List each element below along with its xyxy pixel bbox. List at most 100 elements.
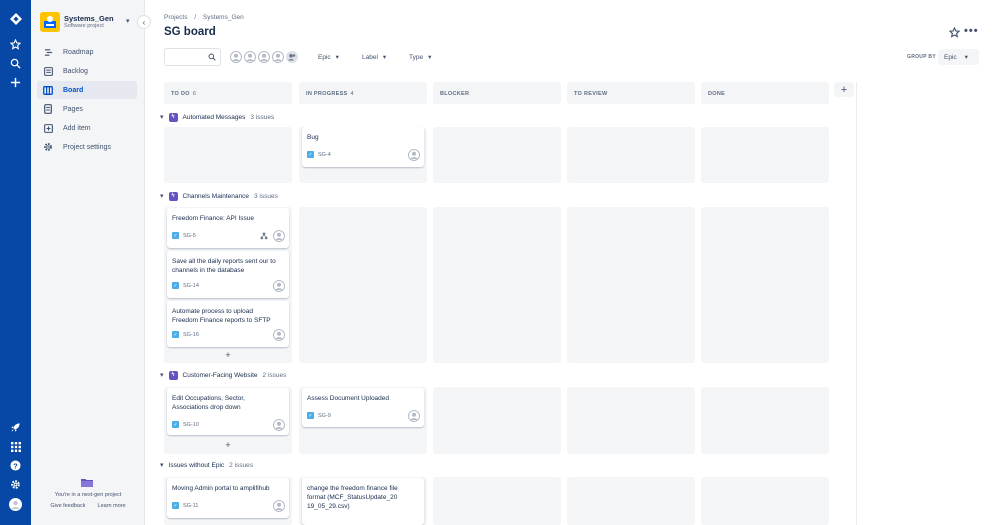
group-by-label: GROUP BY <box>907 54 936 60</box>
sidebar-item-board[interactable]: Board <box>37 81 137 99</box>
assignee-avatar[interactable] <box>273 419 285 431</box>
learn-more-link[interactable]: Learn more <box>98 503 126 509</box>
settings-icon[interactable] <box>8 477 23 492</box>
card-key: ✓ SG-10 <box>172 421 199 428</box>
column-name: TO DO <box>171 91 190 97</box>
assignee-avatar[interactable] <box>273 500 285 512</box>
assignee-avatar[interactable] <box>273 280 285 292</box>
card-title: Edit Occupations, Sector, Associations d… <box>172 395 245 411</box>
help-icon[interactable]: ? <box>8 458 23 473</box>
issue-card[interactable]: Automate process to upload Freedom Finan… <box>167 301 289 347</box>
story-checkbox-icon: ✓ <box>172 502 179 509</box>
star-board-icon[interactable] <box>948 26 961 41</box>
swimlane-count: 2 issues <box>262 371 287 379</box>
sidebar-item-add-item[interactable]: Add item <box>37 119 137 137</box>
label-filter-label: Label <box>362 53 378 61</box>
project-type: Software project <box>64 23 104 29</box>
create-issue-button[interactable]: + <box>167 439 289 450</box>
chevron-down-icon: ▾ <box>160 193 164 200</box>
column-name: TO REVIEW <box>574 91 608 97</box>
swimlane-header[interactable]: ▾ ϟ Automated Messages 3 issues <box>160 111 274 123</box>
epic-icon: ϟ <box>168 112 178 122</box>
collapse-sidebar-button[interactable]: ‹ <box>137 15 151 29</box>
swimlane-header[interactable]: ▾ Issues without Epic 2 issues <box>160 459 253 471</box>
avatar[interactable] <box>229 50 244 65</box>
epic-filter[interactable]: Epic ▾ <box>318 53 339 62</box>
swimlane-name: Channels Maintenance <box>182 192 250 200</box>
chevron-down-icon[interactable]: ▾ <box>126 17 130 25</box>
assignee-avatar[interactable] <box>273 230 285 242</box>
plus-icon[interactable] <box>8 75 23 90</box>
swimlane-count: 3 issues <box>250 113 275 121</box>
avatar[interactable] <box>271 50 286 65</box>
create-issue-button[interactable]: + <box>167 349 289 360</box>
sidebar-item-label: Backlog <box>63 67 88 75</box>
swimlane-header[interactable]: ▾ ϟ Channels Maintenance 3 issues <box>160 190 278 202</box>
board-cell <box>701 207 829 363</box>
jira-logo-icon[interactable] <box>8 11 23 26</box>
board-cell: Edit Occupations, Sector, Associations d… <box>164 387 292 454</box>
next-gen-text: You're in a next-gen project <box>54 492 122 498</box>
assignee-avatar[interactable] <box>408 149 420 161</box>
type-filter[interactable]: Type ▾ <box>409 53 432 62</box>
star-icon[interactable] <box>8 37 23 52</box>
avatar[interactable] <box>257 50 272 65</box>
sidebar-item-roadmap[interactable]: Roadmap <box>37 43 137 61</box>
sidebar-item-label: Add item <box>63 124 91 132</box>
search-icon[interactable] <box>8 56 23 71</box>
give-feedback-link[interactable]: Give feedback <box>50 503 85 509</box>
issue-card[interactable]: Bug ✓ SG-4 <box>302 127 424 167</box>
assignee-avatar[interactable] <box>273 329 285 341</box>
sidebar-item-label: Pages <box>63 105 83 113</box>
global-nav: ? <box>0 0 31 525</box>
app-switcher-icon[interactable] <box>8 439 23 454</box>
chevron-down-icon: ▾ <box>335 54 339 61</box>
user-avatar-icon[interactable] <box>8 497 23 512</box>
story-checkbox-icon: ✓ <box>307 412 314 419</box>
chevron-down-icon: ▾ <box>428 54 432 61</box>
more-actions-icon[interactable]: ••• <box>964 25 979 37</box>
add-column-button[interactable]: + <box>834 82 854 97</box>
project-name[interactable]: Systems_Gen <box>64 14 114 23</box>
sidebar-item-backlog[interactable]: Backlog <box>37 62 137 80</box>
issue-card[interactable]: Freedom Finance: API Issue ✓ SG-5 <box>167 208 289 248</box>
card-title: Moving Admin portal to amplifihub <box>172 485 270 492</box>
issue-card[interactable]: Moving Admin portal to amplifihub ✓ SG-11 <box>167 478 289 518</box>
sidebar-item-project-settings[interactable]: Project settings <box>37 138 137 156</box>
board-cell <box>164 127 292 183</box>
column-name: BLOCKER <box>440 91 470 97</box>
breadcrumb-project[interactable]: Systems_Gen <box>203 14 244 21</box>
chevron-down-icon: ▾ <box>160 114 164 121</box>
add-item-icon <box>43 123 53 133</box>
swimlane-name: Customer-Facing Website <box>182 371 258 379</box>
board-cell <box>567 127 695 183</box>
swimlane-name: Automated Messages <box>182 113 246 121</box>
next-gen-folder-icon <box>81 477 93 487</box>
avatar[interactable] <box>243 50 258 65</box>
next-gen-links: Give feedback Learn more <box>31 503 145 509</box>
board-cell: change the freedom finance file format (… <box>299 477 427 525</box>
rocket-icon[interactable] <box>8 420 23 435</box>
board-cell <box>433 127 561 183</box>
board-cell <box>567 477 695 525</box>
issue-card[interactable]: change the freedom finance file format (… <box>302 478 424 525</box>
board-cell <box>433 387 561 454</box>
card-title: Freedom Finance: API Issue <box>172 215 255 222</box>
swimlane-header[interactable]: ▾ ϟ Customer-Facing Website 2 issues <box>160 369 286 381</box>
group-by-select[interactable]: Epic ▾ <box>938 49 979 65</box>
label-filter[interactable]: Label ▾ <box>362 53 386 62</box>
sidebar-item-pages[interactable]: Pages <box>37 100 137 118</box>
board-cell: Freedom Finance: API Issue ✓ SG-5 Save al… <box>164 207 292 363</box>
column-header-todo: TO DO 6 <box>164 82 292 104</box>
search-input[interactable] <box>164 48 221 66</box>
story-checkbox-icon: ✓ <box>172 421 179 428</box>
issue-card[interactable]: Save all the daily reports sent our to c… <box>167 251 289 298</box>
breadcrumb-projects[interactable]: Projects <box>164 14 187 21</box>
column-count: 6 <box>192 91 197 97</box>
chevron-down-icon: ▾ <box>160 462 164 469</box>
issue-card[interactable]: Edit Occupations, Sector, Associations d… <box>167 388 289 435</box>
project-logo[interactable] <box>40 12 60 32</box>
people-filter-icon[interactable] <box>285 50 300 65</box>
assignee-avatar[interactable] <box>408 410 420 422</box>
issue-card[interactable]: Assess Document Uploaded ✓ SG-9 <box>302 388 424 427</box>
